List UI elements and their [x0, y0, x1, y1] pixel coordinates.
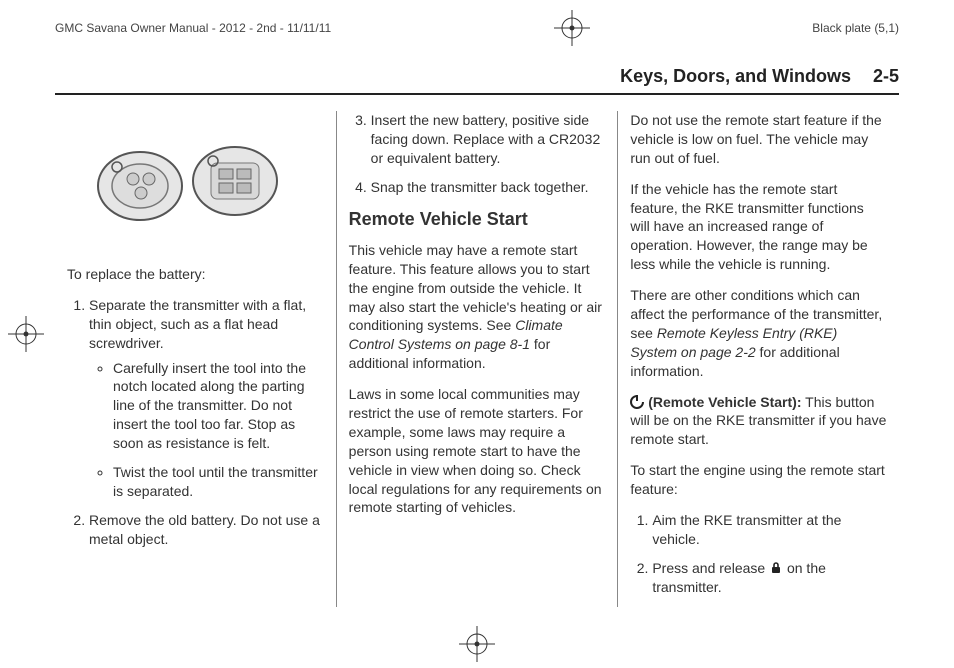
- battery-steps-cont: Insert the new battery, positive side fa…: [349, 111, 606, 197]
- column-2: Insert the new battery, positive side fa…: [336, 111, 618, 607]
- remote-start-para-1: This vehicle may have a remote start fea…: [349, 241, 606, 373]
- list-item: Separate the transmitter with a flat, th…: [89, 296, 324, 501]
- registration-mark-top: [554, 10, 590, 46]
- battery-substeps: Carefully insert the tool into the notch…: [89, 359, 324, 501]
- lock-icon: [769, 561, 783, 575]
- top-meta-bar: GMC Savana Owner Manual - 2012 - 2nd - 1…: [55, 18, 899, 38]
- start-intro: To start the engine using the remote sta…: [630, 461, 887, 499]
- battery-step-1: Separate the transmitter with a flat, th…: [89, 297, 306, 351]
- battery-step-2: Remove the old battery. Do not use a met…: [89, 512, 320, 547]
- list-item: Twist the tool until the transmitter is …: [113, 463, 324, 501]
- remote-start-label: (Remote Vehicle Start):: [648, 394, 801, 410]
- start-steps: Aim the RKE transmitter at the vehicle. …: [630, 511, 887, 597]
- registration-mark-bottom: [459, 626, 495, 662]
- list-item: Remove the old battery. Do not use a met…: [89, 511, 324, 549]
- column-1: To replace the battery: Separate the tra…: [55, 111, 336, 607]
- start-step-1: Aim the RKE transmitter at the vehicle.: [652, 512, 841, 547]
- list-item: Carefully insert the tool into the notch…: [113, 359, 324, 453]
- battery-sub-2: Twist the tool until the transmitter is …: [113, 464, 318, 499]
- remote-start-icon: [630, 395, 644, 409]
- remote-start-heading: Remote Vehicle Start: [349, 207, 606, 231]
- list-item: Insert the new battery, positive side fa…: [371, 111, 606, 168]
- battery-sub-1: Carefully insert the tool into the notch…: [113, 360, 306, 452]
- remote-start-button-desc: (Remote Vehicle Start): This button will…: [630, 393, 887, 450]
- list-item: Press and release on the transmitter.: [652, 559, 887, 597]
- manual-title: GMC Savana Owner Manual - 2012 - 2nd - 1…: [55, 21, 331, 35]
- battery-intro: To replace the battery:: [67, 265, 324, 284]
- key-fob-illustration: [85, 121, 305, 241]
- range-notice: If the vehicle has the remote start feat…: [630, 180, 887, 274]
- fuel-warning: Do not use the remote start feature if t…: [630, 111, 887, 168]
- registration-mark-left: [8, 316, 44, 352]
- column-3: Do not use the remote start feature if t…: [617, 111, 899, 607]
- content-columns: To replace the battery: Separate the tra…: [55, 111, 899, 607]
- battery-steps: Separate the transmitter with a flat, th…: [67, 296, 324, 549]
- battery-step-4: Snap the transmitter back together.: [371, 179, 589, 195]
- remote-start-para-2: Laws in some local communities may restr…: [349, 385, 606, 517]
- list-item: Snap the transmitter back together.: [371, 178, 606, 197]
- manual-page: GMC Savana Owner Manual - 2012 - 2nd - 1…: [0, 0, 954, 668]
- conditions-notice: There are other conditions which can aff…: [630, 286, 887, 380]
- plate-label: Black plate (5,1): [812, 21, 899, 35]
- section-header: Keys, Doors, and Windows 2-5: [55, 66, 899, 95]
- battery-step-3: Insert the new battery, positive side fa…: [371, 112, 601, 166]
- list-item: Aim the RKE transmitter at the vehicle.: [652, 511, 887, 549]
- section-title: Keys, Doors, and Windows: [620, 66, 851, 87]
- page-number: 2-5: [873, 66, 899, 87]
